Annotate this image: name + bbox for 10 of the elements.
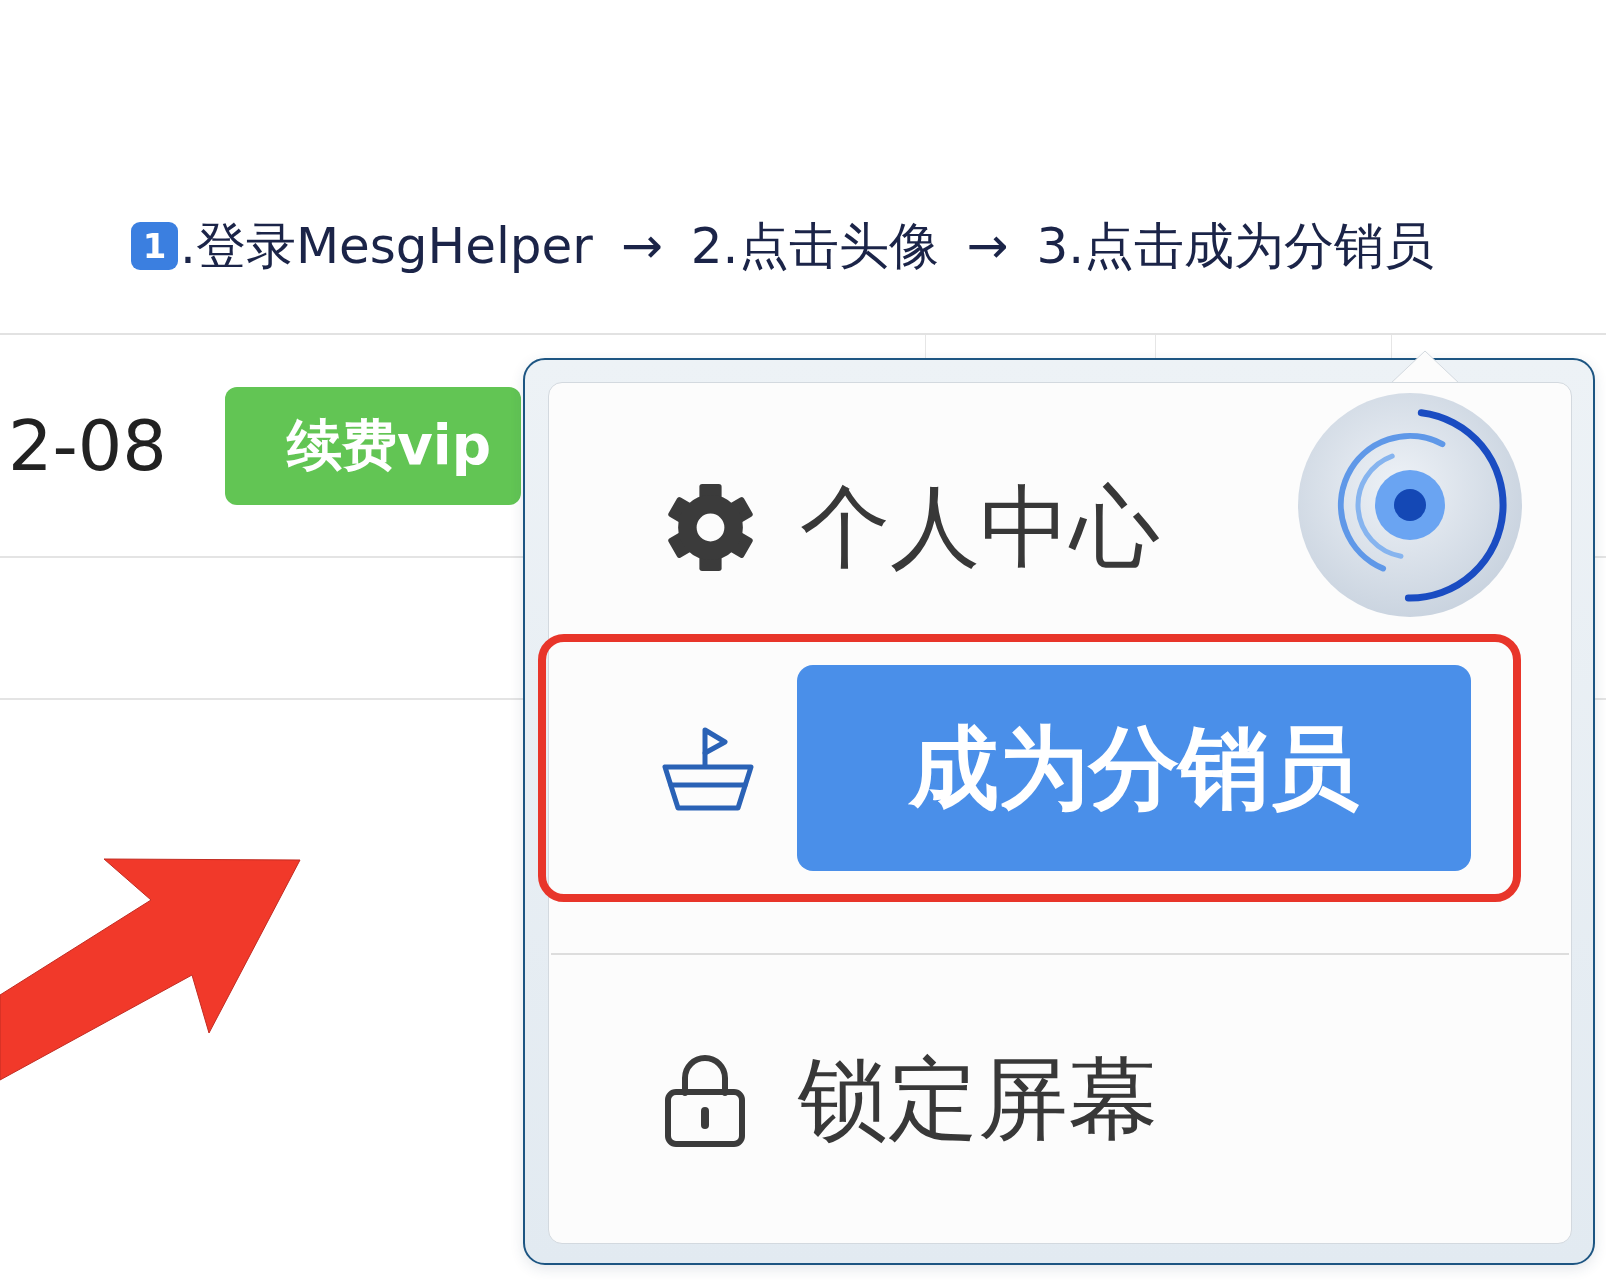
step-arrow: →: [966, 221, 1009, 271]
step-arrow: →: [620, 221, 663, 271]
avatar-icon[interactable]: [1297, 392, 1523, 618]
step-badge: 1: [131, 222, 178, 270]
date-text: 2-08: [8, 410, 168, 481]
menu-item[interactable]: 锁定屏幕: [664, 1051, 1158, 1147]
step-text: .登录MesgHelper: [180, 221, 593, 271]
step-text: 3.点击成为分销员: [1036, 221, 1435, 271]
step-text: 2.点击头像: [690, 221, 939, 271]
menu-item[interactable]: 个人中心: [664, 482, 1160, 572]
